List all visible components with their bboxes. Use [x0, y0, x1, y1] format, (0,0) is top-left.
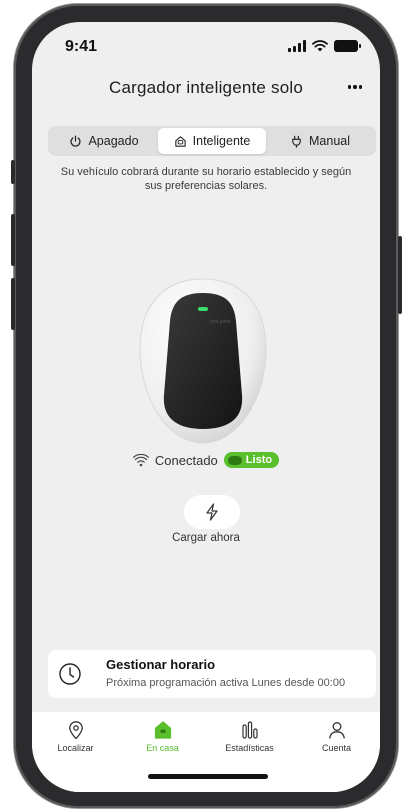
side-button: [398, 236, 402, 314]
tab-label: Inteligente: [192, 134, 251, 148]
charge-now-label: Cargar ahora: [172, 532, 240, 544]
badge-label: Listo: [245, 454, 273, 466]
toggle-icon: [227, 455, 242, 465]
tab-inteligente[interactable]: Inteligente: [158, 128, 266, 154]
mode-switch: Apagado Inteligente Manual: [48, 126, 376, 156]
home-icon: [154, 721, 171, 739]
tab-label: Apagado: [88, 134, 139, 148]
charger-brand-text: pod.point: [210, 319, 231, 325]
nav-label: Cuenta: [321, 743, 352, 753]
mode-description: Su vehículo cobrará durante su horario e…: [60, 166, 352, 192]
lightning-icon: [206, 503, 218, 521]
nav-item-estadisticas[interactable]: Estadísticas: [206, 712, 293, 792]
location-pin-icon: [68, 721, 83, 740]
connection-status: Conectado Listo: [32, 452, 380, 468]
nav-label: En casa: [146, 743, 179, 753]
account-icon: [328, 722, 345, 739]
header: Cargador inteligente solo: [32, 74, 380, 104]
side-button: [11, 160, 15, 184]
battery-icon: [334, 40, 361, 52]
side-button: [11, 278, 15, 330]
nav-label: Localizar: [57, 743, 94, 753]
tab-manual[interactable]: Manual: [266, 128, 374, 154]
tab-apagado[interactable]: Apagado: [50, 128, 158, 154]
tab-label: Manual: [309, 134, 350, 148]
app-screen: 9:41 Cargador inteligente solo Apagado I…: [32, 22, 380, 792]
wifi-icon: [312, 40, 328, 52]
bottom-nav: Localizar En casa Estadísticas Cuenta: [32, 712, 380, 792]
status-bar: 9:41: [32, 22, 380, 70]
nav-label: Estadísticas: [225, 743, 274, 753]
manage-schedule-card[interactable]: Gestionar horario Próxima programación a…: [48, 650, 376, 698]
status-badge: Listo: [223, 452, 280, 468]
stats-icon: [241, 721, 258, 739]
status-icons: [288, 40, 361, 52]
wifi-icon: [132, 453, 149, 466]
nav-item-en-casa[interactable]: En casa: [119, 712, 206, 792]
schedule-subtitle: Próxima programación activa Lunes desde …: [106, 677, 346, 689]
power-icon: [70, 135, 81, 147]
nav-item-cuenta[interactable]: Cuenta: [293, 712, 380, 792]
plug-icon: [292, 135, 301, 148]
charge-now-button[interactable]: [184, 495, 240, 529]
signal-icon: [288, 40, 306, 52]
page-title: Cargador inteligente solo: [108, 78, 303, 97]
side-button: [11, 214, 15, 266]
schedule-title: Gestionar horario: [106, 657, 216, 672]
more-icon[interactable]: [344, 76, 366, 98]
charger-image: pod.point: [139, 278, 267, 444]
clock-icon: [59, 663, 81, 685]
connection-label: Conectado: [154, 452, 218, 468]
smart-charger-icon: [174, 135, 186, 147]
home-indicator: [148, 774, 268, 779]
status-time: 9:41: [65, 38, 98, 55]
nav-item-localizar[interactable]: Localizar: [32, 712, 119, 792]
